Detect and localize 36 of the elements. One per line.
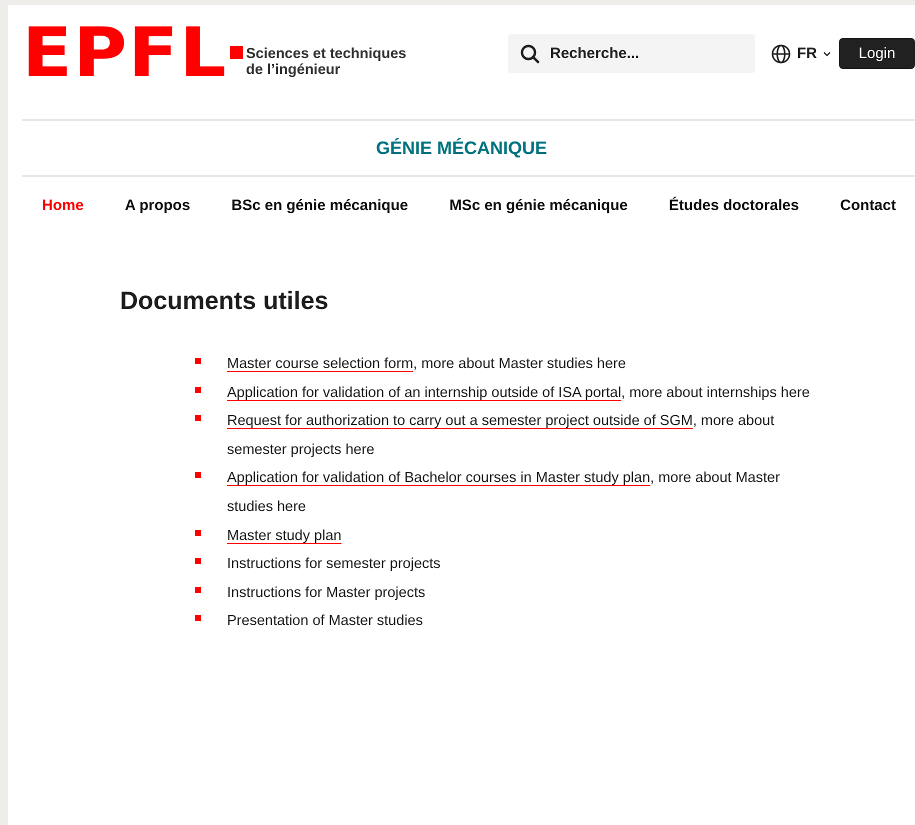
document-link[interactable]: Master study plan [227, 528, 342, 544]
search-field[interactable]: Recherche... [508, 34, 755, 73]
bullet-icon [195, 558, 201, 564]
logo[interactable]: EPFL [22, 24, 247, 84]
site-title[interactable]: GÉNIE MÉCANIQUE [376, 138, 548, 158]
page-heading: Documents utiles [120, 287, 330, 316]
nav-tab[interactable]: MSc en génie mécanique [449, 196, 628, 214]
logo-square-icon [230, 46, 243, 59]
list-item-text: Presentation of Master studies [227, 612, 423, 632]
list-item-text: Application for validation of Bachelor courses in Master study plan, more about Master studies here [227, 469, 781, 517]
bullet-icon [195, 586, 201, 593]
nav-tab[interactable]: BSc en génie mécanique [231, 196, 408, 214]
list-item-text: Request for authorization to carry out a semester project outside of SGM, more about semester projects here [227, 412, 776, 460]
tagline: Sciences et techniques de l’ingénieur [246, 46, 406, 78]
bullet-icon [195, 615, 201, 622]
nav-tab[interactable]: A propos [124, 196, 190, 214]
bullet-icon [195, 415, 201, 422]
list-item-text: Instructions for Master projects [227, 584, 426, 603]
document-link[interactable]: Application for validation of Bachelor courses in Master study plan [227, 470, 650, 486]
list-item-text: Master course selection form, more about Master studies here [227, 355, 626, 374]
bullet-icon [195, 530, 201, 536]
list-item-text: Application for validation of an internship outside of ISA portal, more about internships here [227, 384, 810, 403]
bullet-icon [195, 358, 201, 364]
document-link[interactable]: Master course selection form [227, 356, 414, 372]
login-button[interactable]: Login [839, 38, 915, 69]
list-item-text: Instructions for semester projects [227, 555, 441, 574]
globe-icon [771, 44, 791, 64]
document-link[interactable]: Application for validation of an internship outside of ISA portal [227, 384, 622, 401]
language-selector[interactable]: FR [771, 44, 831, 64]
document-link[interactable]: Request for authorization to carry out a semester project outside of SGM [227, 413, 693, 430]
chevron-icon [823, 50, 831, 56]
nav-tab[interactable]: Home [42, 196, 84, 214]
nav-tab[interactable]: Contact [840, 196, 896, 214]
bullet-icon [195, 472, 201, 478]
bullet-icon [195, 386, 201, 393]
nav-tab[interactable]: Études doctorales [668, 196, 799, 214]
